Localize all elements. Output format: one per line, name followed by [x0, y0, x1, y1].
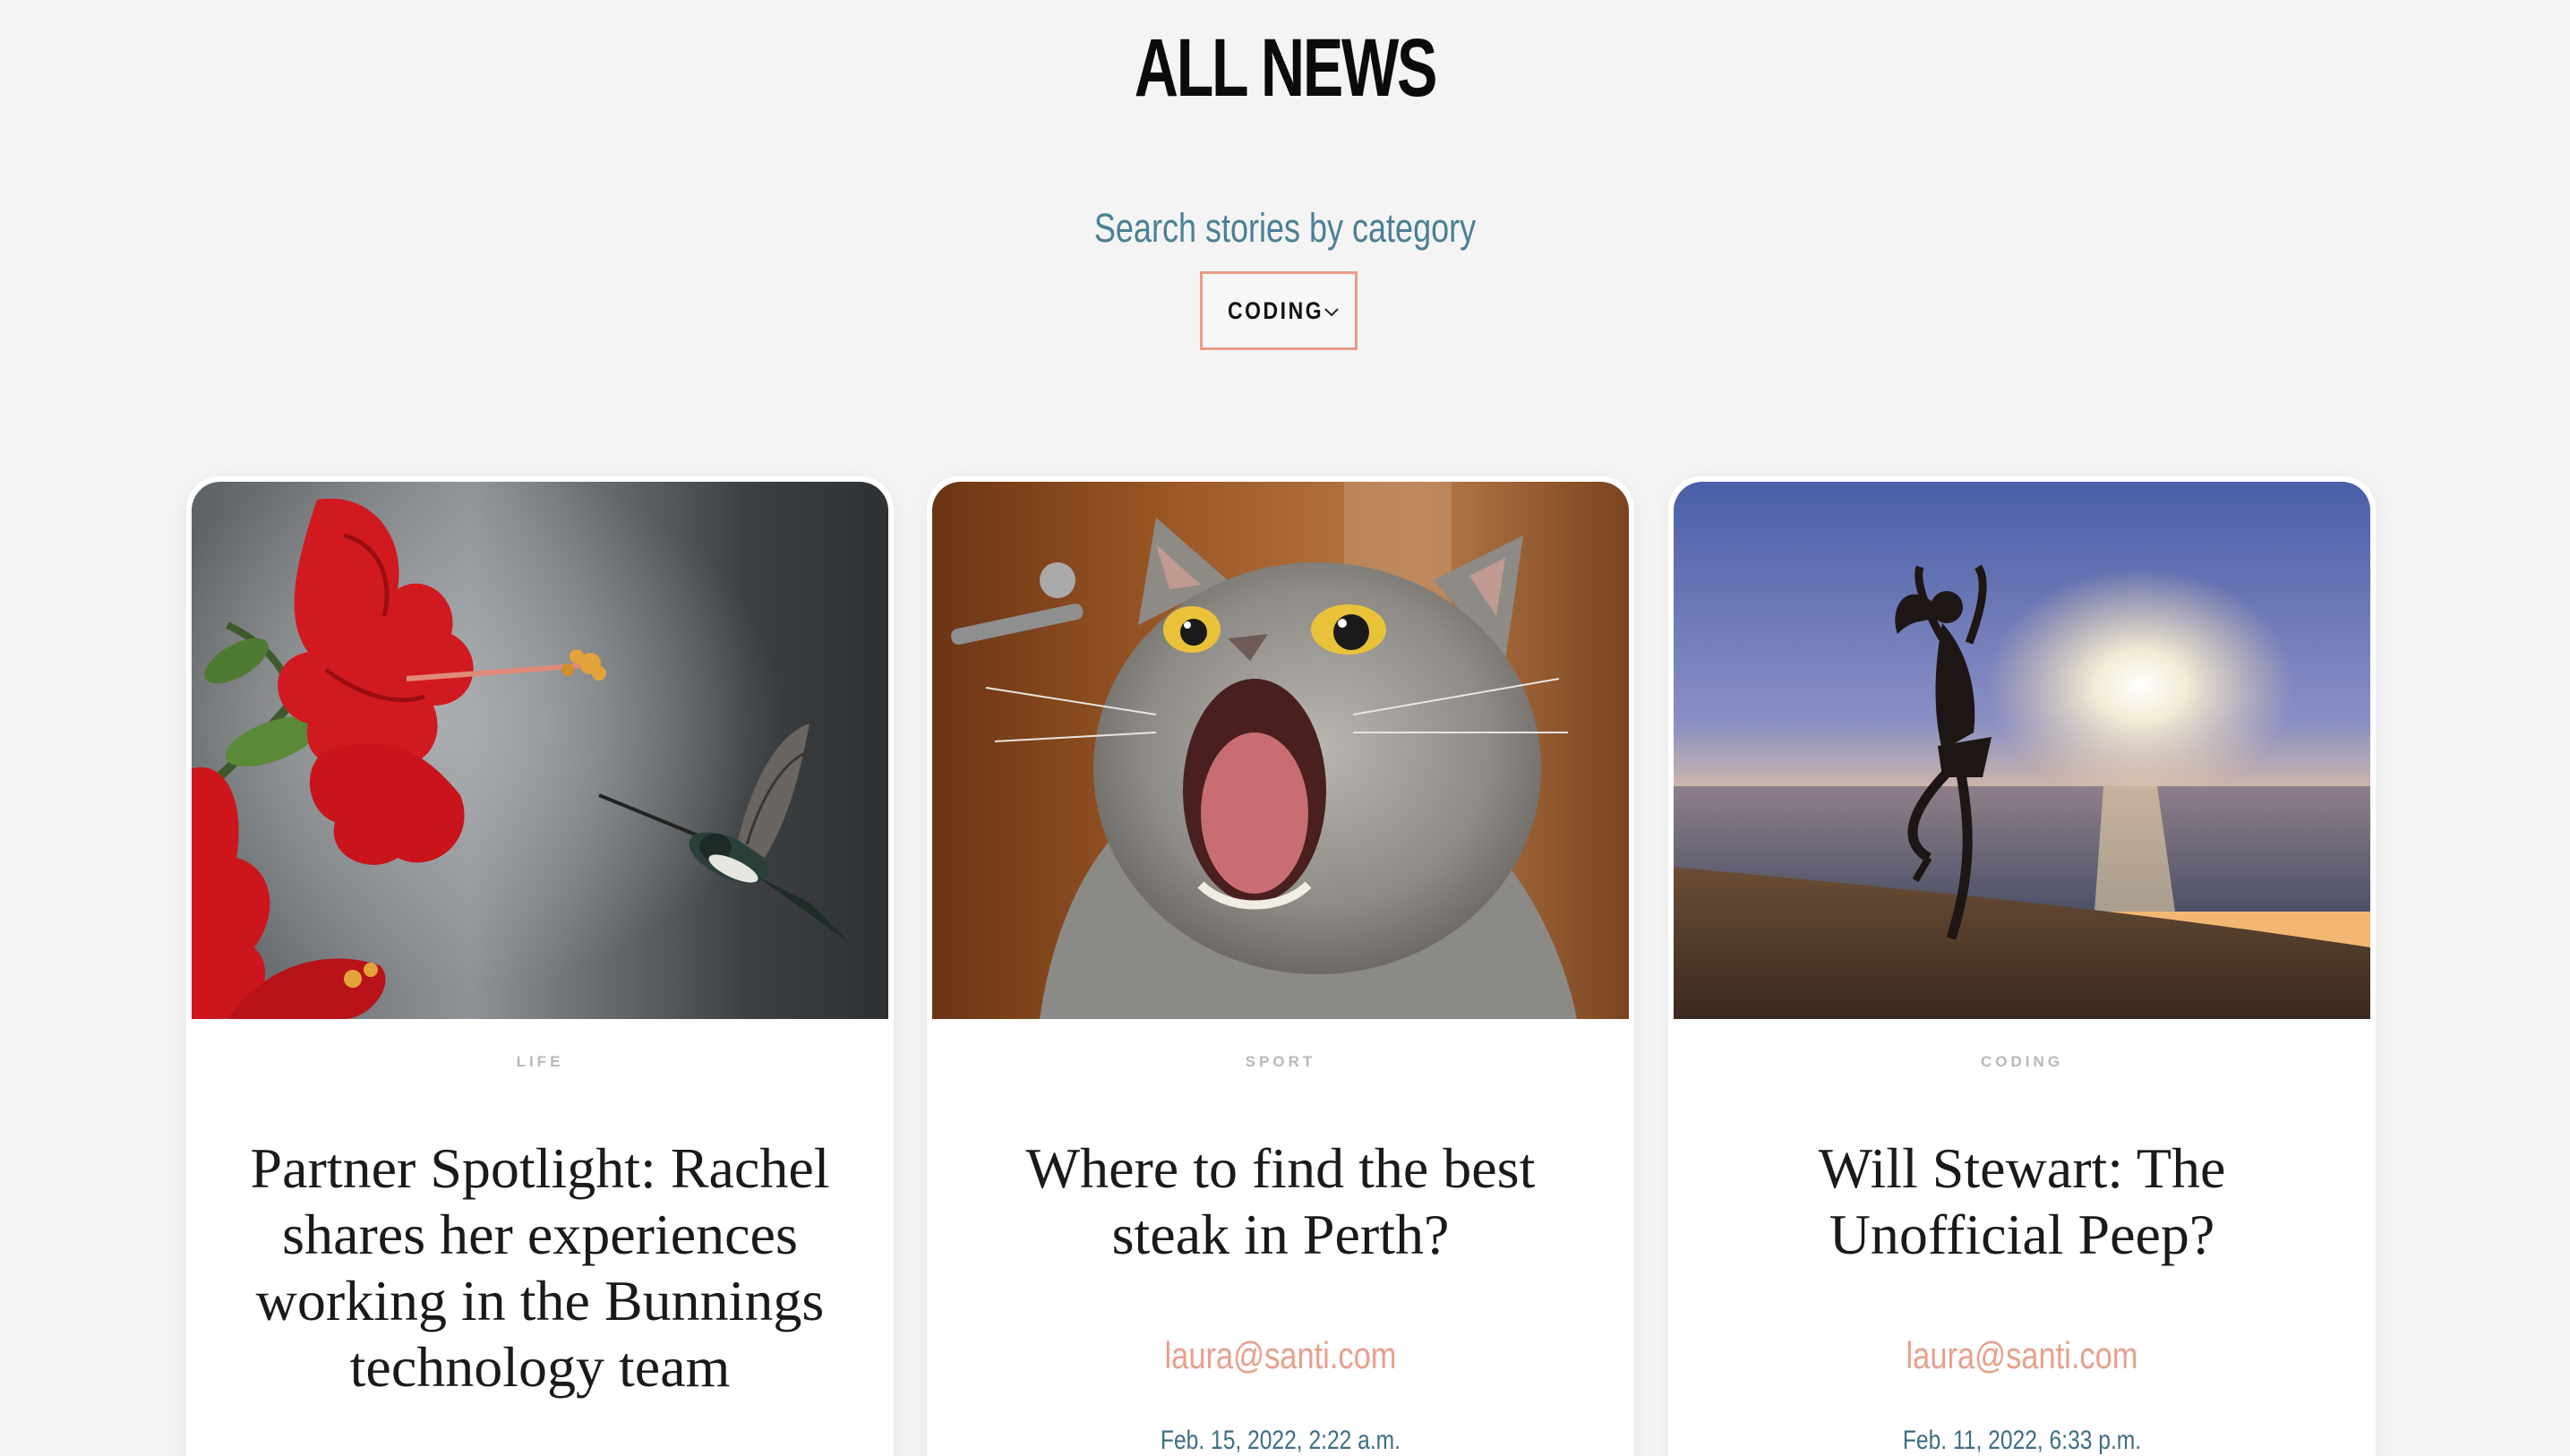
card-author[interactable]: laura@santi.com	[1732, 1334, 2312, 1377]
news-card[interactable]: CODING Will Stewart: The Unofficial Peep…	[1668, 476, 2376, 1456]
card-category: SPORT	[1245, 1053, 1316, 1070]
beach-sunset-dancer-photo[interactable]	[1674, 482, 2370, 1019]
card-author[interactable]: laura@santi.com	[990, 1334, 1571, 1377]
news-card[interactable]: SPORT Where to find the best steak in Pe…	[927, 476, 1634, 1456]
card-category: CODING	[1981, 1053, 2063, 1070]
page-title: ALL NEWS	[1134, 22, 1438, 114]
card-category: LIFE	[516, 1053, 564, 1070]
surprised-cat-photo[interactable]	[932, 482, 1629, 1019]
hummingbird-hibiscus-photo[interactable]	[192, 482, 888, 1019]
category-select[interactable]: CODING	[1200, 271, 1358, 350]
chevron-down-icon	[1324, 308, 1339, 317]
card-date: Feb. 15, 2022, 2:22 a.m.	[1160, 1426, 1401, 1455]
card-headline[interactable]: Will Stewart: The Unofficial Peep?	[1704, 1135, 2340, 1268]
search-category-label: Search stories by category	[1093, 205, 1477, 251]
news-card[interactable]: LIFE Partner Spotlight: Rachel shares he…	[186, 476, 894, 1456]
news-card-grid: LIFE Partner Spotlight: Rachel shares he…	[0, 476, 2570, 1456]
category-select-value: CODING	[1228, 296, 1324, 324]
card-headline[interactable]: Where to find the best steak in Perth?	[963, 1135, 1598, 1268]
card-date: Feb. 11, 2022, 6:33 p.m.	[1902, 1426, 2142, 1455]
card-headline[interactable]: Partner Spotlight: Rachel shares her exp…	[222, 1135, 858, 1400]
